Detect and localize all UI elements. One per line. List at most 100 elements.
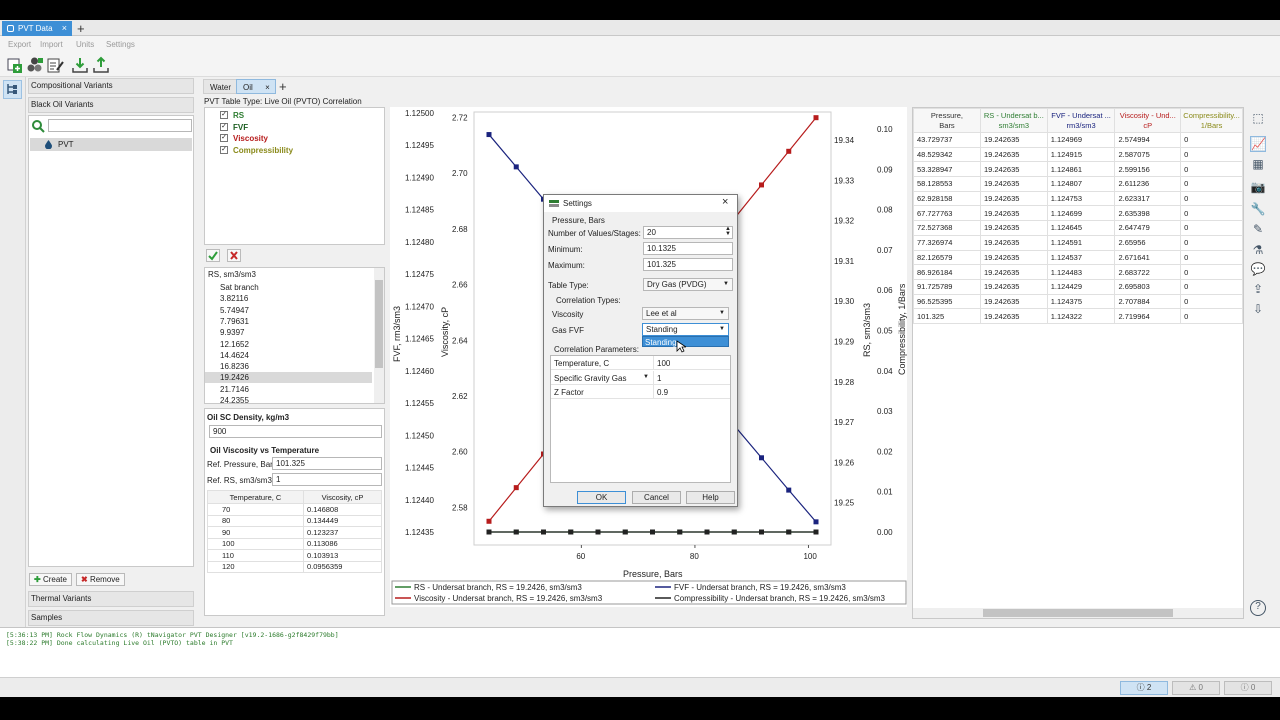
table-cell[interactable]: 0 bbox=[1180, 220, 1243, 236]
table-row[interactable]: 53.328947 19.242635 1.124861 2.599156 0 bbox=[913, 161, 1243, 178]
rs-list-item[interactable]: 14.4624 bbox=[205, 350, 372, 361]
section-compositional-variants[interactable]: Compositional Variants bbox=[28, 78, 194, 94]
rs-list-item[interactable]: 3.82116 bbox=[205, 293, 372, 304]
gas-fvf-corr-select[interactable]: Standing ▼ bbox=[642, 323, 729, 336]
table-cell[interactable]: 2.623317 bbox=[1114, 190, 1182, 207]
data-point[interactable] bbox=[540, 529, 546, 535]
table-cell[interactable]: 19.242635 bbox=[979, 146, 1048, 163]
tab-oil[interactable]: Oil × bbox=[236, 79, 276, 94]
export-icon[interactable] bbox=[92, 56, 110, 74]
table-cell[interactable]: 0 bbox=[1180, 132, 1243, 148]
table-cell[interactable]: 0 bbox=[1180, 293, 1243, 310]
table-cell[interactable]: 0 bbox=[1180, 278, 1243, 295]
table-cell[interactable]: 0 bbox=[1180, 264, 1243, 280]
table-row[interactable]: 120 0.0956359 bbox=[207, 560, 383, 573]
table-cell[interactable]: 19.242635 bbox=[979, 293, 1048, 310]
table-cell[interactable]: 19.242635 bbox=[979, 132, 1048, 148]
data-point[interactable] bbox=[731, 529, 737, 535]
table-cell[interactable]: 0 bbox=[1180, 176, 1243, 192]
table-cell[interactable]: 70 bbox=[207, 503, 304, 516]
table-cell[interactable]: 0.146808 bbox=[302, 503, 383, 516]
table-cell[interactable]: 110 bbox=[207, 549, 304, 562]
param-row[interactable]: Z Factor 0.9 bbox=[551, 385, 730, 399]
col-viscosity[interactable]: Viscosity, cP bbox=[302, 490, 383, 504]
cube-icon[interactable]: ⬚ bbox=[1250, 111, 1266, 127]
section-black-oil-variants[interactable]: Black Oil Variants bbox=[28, 97, 194, 113]
rs-list-item[interactable]: 21.7146 bbox=[205, 384, 372, 395]
series-check-row[interactable]: ✓ RS bbox=[220, 110, 370, 120]
param-row[interactable]: Temperature, C 100 bbox=[551, 356, 730, 370]
rs-list-item[interactable]: Sat branch bbox=[205, 282, 372, 293]
data-point[interactable] bbox=[704, 529, 710, 535]
import-icon[interactable] bbox=[71, 56, 89, 74]
table-cell[interactable]: 1.124753 bbox=[1046, 190, 1116, 207]
data-point[interactable] bbox=[622, 529, 628, 535]
param-value[interactable]: 1 bbox=[657, 374, 661, 383]
table-row[interactable]: 58.128553 19.242635 1.124807 2.611236 0 bbox=[913, 176, 1243, 192]
column-header[interactable]: FVF - Undersat ... rm3/sm3 bbox=[1046, 108, 1116, 133]
num-values-spinbox[interactable]: 20 ▲ ▼ bbox=[643, 226, 733, 239]
close-oil-tab-icon[interactable]: × bbox=[265, 80, 270, 95]
table-cell[interactable]: 0 bbox=[1180, 146, 1243, 163]
checkbox[interactable]: ✓ bbox=[220, 134, 228, 142]
table-cell[interactable]: 1.124375 bbox=[1046, 293, 1116, 310]
table-cell[interactable]: 2.599156 bbox=[1114, 161, 1182, 178]
table-cell[interactable]: 0 bbox=[1180, 249, 1243, 266]
doc-tab-pvt-data[interactable]: PVT Data × bbox=[2, 21, 72, 36]
add-subtab-button[interactable]: + bbox=[279, 80, 287, 93]
menu-export[interactable]: Export bbox=[8, 40, 31, 49]
close-tab-icon[interactable]: × bbox=[62, 21, 67, 36]
table-row[interactable]: 96.525395 19.242635 1.124375 2.707884 0 bbox=[913, 293, 1243, 310]
table-row[interactable]: 110 0.103913 bbox=[207, 549, 383, 562]
table-row[interactable]: 70 0.146808 bbox=[207, 503, 383, 516]
table-cell[interactable]: 1.124807 bbox=[1046, 176, 1116, 192]
table-cell[interactable]: 19.242635 bbox=[979, 220, 1048, 236]
data-point[interactable] bbox=[513, 529, 519, 535]
table-cell[interactable]: 1.124699 bbox=[1046, 205, 1116, 222]
column-header[interactable]: Viscosity - Und... cP bbox=[1114, 108, 1182, 133]
table-cell[interactable]: 2.635398 bbox=[1114, 205, 1182, 222]
create-button[interactable]: ✚ Create bbox=[29, 573, 72, 586]
table-cell[interactable]: 2.671641 bbox=[1114, 249, 1182, 266]
table-cell[interactable]: 0.113086 bbox=[302, 537, 383, 550]
scrollbar-thumb[interactable] bbox=[375, 280, 383, 368]
dialog-titlebar[interactable]: Settings × bbox=[544, 195, 737, 212]
data-point[interactable] bbox=[568, 529, 574, 535]
table-cell[interactable]: 19.242635 bbox=[979, 161, 1048, 178]
menu-units[interactable]: Units bbox=[76, 40, 94, 49]
section-thermal-variants[interactable]: Thermal Variants bbox=[28, 591, 194, 607]
data-point[interactable] bbox=[486, 132, 492, 138]
table-cell[interactable]: 101.325 bbox=[913, 308, 981, 324]
table-row[interactable]: 80 0.134449 bbox=[207, 514, 383, 527]
table-cell[interactable]: 0 bbox=[1180, 308, 1243, 324]
data-point[interactable] bbox=[813, 529, 819, 535]
table-cell[interactable]: 0.134449 bbox=[302, 514, 383, 527]
table-cell[interactable]: 0 bbox=[1180, 234, 1243, 251]
tree-view-button[interactable] bbox=[3, 80, 22, 99]
param-row[interactable]: Specific Gravity Gas ▼ 1 bbox=[551, 370, 730, 385]
table-cell[interactable]: 0 bbox=[1180, 205, 1243, 222]
table-cell[interactable]: 1.124915 bbox=[1046, 146, 1116, 163]
table-cell[interactable]: 0 bbox=[1180, 190, 1243, 207]
table-row[interactable]: 91.725789 19.242635 1.124429 2.695803 0 bbox=[913, 278, 1243, 295]
column-header[interactable]: Pressure, Bars bbox=[913, 108, 981, 133]
data-point[interactable] bbox=[758, 455, 764, 461]
table-cell[interactable]: 0.103913 bbox=[302, 549, 383, 562]
ok-button[interactable]: OK bbox=[577, 491, 626, 504]
table-cell[interactable]: 19.242635 bbox=[979, 308, 1048, 324]
data-point[interactable] bbox=[677, 529, 683, 535]
table-cell[interactable]: 19.242635 bbox=[979, 249, 1048, 266]
col-temperature[interactable]: Temperature, C bbox=[207, 490, 304, 504]
chart-icon[interactable]: 📈 bbox=[1250, 136, 1266, 152]
components-icon[interactable] bbox=[26, 56, 44, 74]
data-point[interactable] bbox=[786, 529, 792, 535]
table-cell[interactable]: 0.0956359 bbox=[302, 560, 383, 573]
table-cell[interactable]: 80 bbox=[207, 514, 304, 527]
table-cell[interactable]: 72.527368 bbox=[913, 220, 981, 236]
help-icon[interactable]: ? bbox=[1250, 600, 1266, 616]
table-cell[interactable]: 2.683722 bbox=[1114, 264, 1182, 280]
table-cell[interactable]: 90 bbox=[207, 526, 304, 539]
series-check-row[interactable]: ✓ Compressibility bbox=[220, 145, 370, 155]
table-cell[interactable]: 58.128553 bbox=[913, 176, 981, 192]
table-cell[interactable]: 62.928158 bbox=[913, 190, 981, 207]
